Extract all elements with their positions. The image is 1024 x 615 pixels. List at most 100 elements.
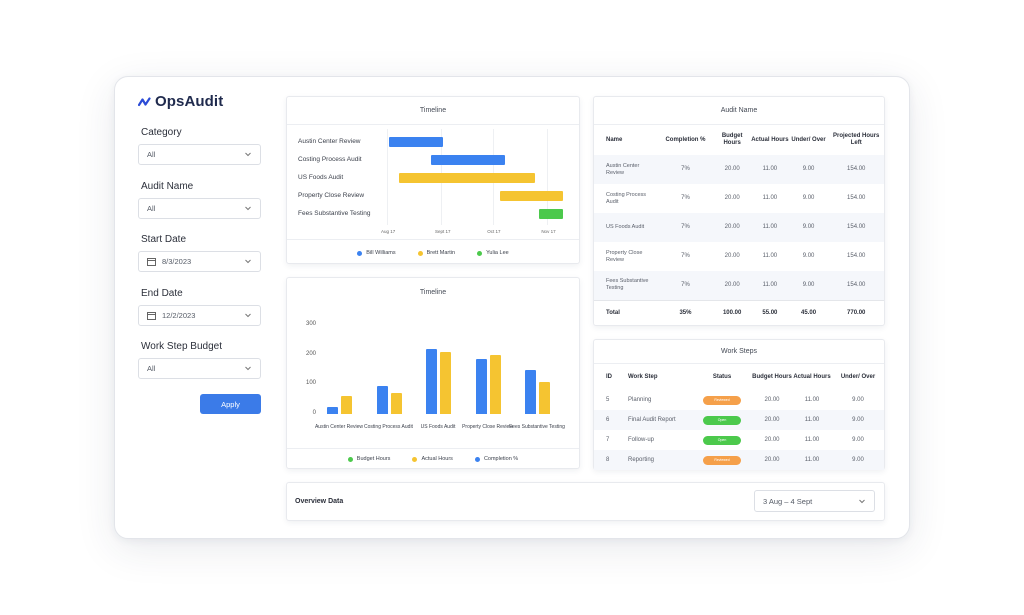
work-steps-title: Work Steps — [594, 340, 884, 364]
table-cell: 20.00 — [713, 271, 752, 300]
bar-actual-hours[interactable] — [440, 352, 451, 414]
table-cell: 9.00 — [802, 253, 815, 259]
table-cell: 154.00 — [847, 195, 866, 201]
table-row[interactable]: 5 Planning Reviewed 20.00 11.00 9.00 — [594, 390, 884, 410]
table-cell: 6 — [594, 410, 620, 430]
gantt-bar[interactable] — [388, 137, 443, 147]
table-cell: US Foods Audit — [594, 213, 658, 242]
table-cell: 7% — [657, 271, 714, 300]
x-category-label: Costing Process Audit — [364, 424, 413, 430]
start-date-value: 8/3/2023 — [162, 257, 192, 266]
bar-completion-[interactable] — [426, 349, 437, 414]
gantt-bar[interactable] — [430, 155, 506, 165]
legend-label: Budget Hours — [356, 456, 391, 462]
table-cell: 154.00 — [828, 213, 884, 242]
total-row[interactable]: Total 35% 100.00 55.00 45.00 770.00 — [594, 299, 884, 327]
status-cell: Open — [692, 410, 752, 430]
legend-item: Actual Hours — [412, 456, 453, 462]
legend-label: Actual Hours — [421, 456, 453, 462]
overview-title: Overview Data — [295, 498, 344, 505]
bar-completion-[interactable] — [327, 406, 338, 414]
y-tick-label: 0 — [312, 410, 316, 416]
gantt-row-label: Fees Substantive Testing — [298, 210, 371, 217]
table-cell: Planning — [628, 397, 652, 403]
table-cell: 7 — [606, 437, 610, 443]
column-header[interactable]: Budget Hours — [713, 125, 751, 155]
column-header[interactable]: Under/ Over — [832, 364, 884, 390]
table-cell: 7% — [657, 213, 714, 242]
chevron-down-icon — [859, 499, 865, 504]
bar-actual-hours[interactable] — [390, 392, 402, 414]
table-row[interactable]: 6 Final Audit Report Open 20.00 11.00 9.00 — [594, 410, 884, 430]
work-steps-table: ID Work Step Status Budget Hours Actual … — [594, 364, 884, 470]
table-cell: Property Close Review — [606, 249, 643, 263]
legend-dot — [477, 250, 483, 256]
start-date-label: Start Date — [141, 234, 187, 245]
table-cell: 20.00 — [724, 195, 740, 201]
work-step-budget-select[interactable]: All — [138, 358, 261, 379]
bar-completion-[interactable] — [475, 359, 487, 414]
table-cell: Reporting — [620, 450, 692, 470]
table-row[interactable]: Property Close Review 7% 20.00 11.00 9.00 154… — [594, 242, 884, 271]
table-cell: Total — [594, 299, 658, 327]
table-row[interactable]: 7 Follow-up Open 20.00 11.00 9.00 — [594, 430, 884, 450]
table-row[interactable]: Fees Substantive Testing 7% 20.00 11.00 9.00… — [594, 271, 884, 300]
table-cell: 11.00 — [751, 213, 789, 242]
column-header[interactable]: Name — [594, 125, 658, 155]
audit-name-title: Audit Name — [594, 97, 884, 125]
y-tick-label: 300 — [305, 321, 316, 327]
start-date-picker[interactable]: 8/3/2023 — [138, 251, 261, 272]
brand-name: OpsAudit — [155, 93, 224, 110]
table-cell: 20.00 — [713, 213, 752, 242]
table-cell: 7% — [681, 195, 690, 201]
table-cell: 11.00 — [804, 437, 820, 443]
audit-name-label: Audit Name — [141, 181, 194, 192]
column-header[interactable]: Budget Hours — [752, 364, 792, 390]
table-cell: 55.00 — [751, 299, 789, 327]
date-range-select[interactable]: 3 Aug – 4 Sept — [754, 490, 875, 512]
end-date-picker[interactable]: 12/2/2023 — [138, 305, 261, 326]
table-cell: 9.00 — [788, 155, 829, 184]
bar-completion-[interactable] — [376, 385, 388, 414]
legend-dot — [417, 250, 423, 256]
table-cell: 11.00 — [751, 271, 789, 300]
gantt-bar[interactable] — [500, 191, 563, 201]
status-badge: Open — [703, 415, 741, 425]
bar-completion-[interactable] — [525, 370, 536, 414]
column-header[interactable]: Projected Hours Left — [828, 125, 884, 155]
brand-logo[interactable]: OpsAudit — [138, 93, 223, 110]
audit-name-select[interactable]: All — [138, 198, 261, 219]
apply-button[interactable]: Apply — [200, 394, 261, 414]
table-cell: 5 — [606, 397, 610, 403]
bar-actual-hours[interactable] — [539, 381, 550, 414]
bar-actual-hours[interactable] — [341, 396, 352, 414]
column-header[interactable]: Work Step — [620, 364, 692, 390]
gantt-row-label: Costing Process Audit — [298, 156, 362, 163]
gantt-bar[interactable] — [538, 209, 563, 219]
table-cell: 7% — [681, 253, 690, 259]
gantt-tick-label: Nov 17 — [541, 229, 556, 234]
table-row[interactable]: Austin Center Review 7% 20.00 11.00 9.00 154.… — [594, 155, 884, 184]
column-header[interactable]: Completion % — [658, 125, 714, 155]
work-step-budget-value: All — [147, 364, 156, 373]
table-row[interactable]: Costing Process Audit 7% 20.00 11.00 9.00 154… — [594, 184, 884, 213]
category-label: Category — [141, 127, 182, 138]
category-select[interactable]: All — [138, 144, 261, 165]
column-header[interactable]: Under/ Over — [789, 125, 829, 155]
table-cell: Costing Process Audit — [606, 191, 647, 205]
table-row[interactable]: 8 Reporting Reviewed 20.00 11.00 9.00 — [594, 450, 884, 470]
table-cell: 154.00 — [828, 155, 884, 184]
status-cell: Reviewed — [692, 450, 752, 470]
gantt-bar[interactable] — [399, 173, 536, 183]
column-header[interactable]: Actual Hours — [792, 364, 832, 390]
calendar-icon — [147, 312, 156, 320]
table-cell: 770.00 — [828, 299, 884, 327]
legend-dot — [412, 456, 418, 462]
table-row[interactable]: US Foods Audit 7% 20.00 11.00 9.00 154.00 — [594, 213, 884, 242]
column-header[interactable]: Status — [692, 364, 752, 390]
calendar-icon — [147, 258, 156, 266]
column-header[interactable]: ID — [594, 364, 620, 390]
bar-actual-hours[interactable] — [489, 355, 501, 414]
column-header[interactable]: Actual Hours — [751, 125, 789, 155]
timeline-gantt-title: Timeline — [287, 97, 579, 125]
